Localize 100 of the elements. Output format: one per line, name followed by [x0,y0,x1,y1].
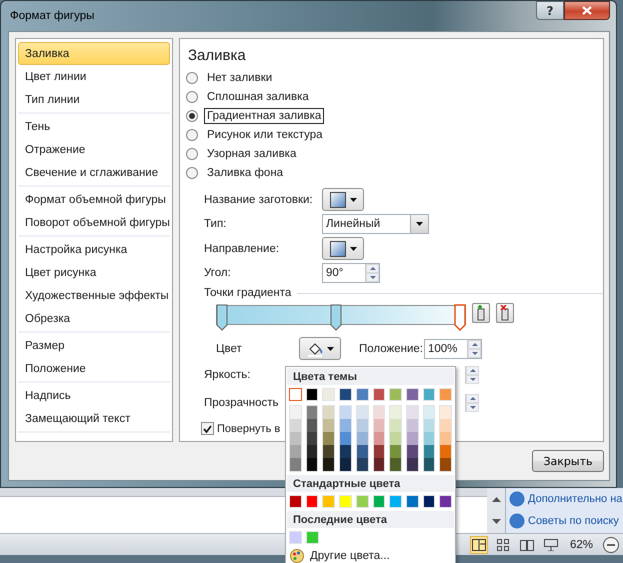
color-swatch[interactable] [406,445,418,458]
help-button[interactable]: ? [536,1,564,20]
color-swatch[interactable] [323,419,334,432]
color-swatch[interactable] [290,419,301,432]
category-item[interactable]: Тип линии [18,88,170,111]
category-item[interactable]: Цвет рисунка [18,261,170,284]
color-picker-button[interactable] [299,337,341,360]
category-item[interactable]: Обрезка [18,307,170,330]
spin-buttons[interactable] [365,264,379,282]
category-item[interactable]: Настройка рисунка [18,238,170,261]
color-swatch[interactable] [290,445,301,458]
color-swatch[interactable] [390,432,401,445]
color-swatch[interactable] [374,419,384,432]
color-swatch[interactable] [374,445,384,458]
add-stop-button[interactable] [472,303,490,323]
color-swatch[interactable] [440,419,452,432]
gradient-stop-handle[interactable] [216,304,228,331]
color-swatch[interactable] [340,445,351,458]
gradient-stop-handle[interactable] [454,304,466,331]
category-item[interactable]: Замещающий текст [18,407,170,430]
category-item[interactable]: Отражение [18,138,170,161]
color-swatch[interactable] [290,458,301,471]
close-dialog-button[interactable]: Закрыть [532,450,604,472]
color-swatch[interactable] [323,406,334,419]
radio-button[interactable] [186,148,198,160]
direction-dropdown[interactable] [322,237,364,260]
category-item[interactable]: Свечение и сглаживание [18,161,170,184]
radio-button[interactable] [186,90,198,102]
color-swatch[interactable] [440,458,452,471]
color-swatch[interactable] [356,432,368,445]
color-swatch[interactable] [356,419,368,432]
category-item[interactable]: Поворот объемной фигуры [18,211,170,234]
color-swatch[interactable] [323,445,334,458]
color-swatch[interactable] [424,406,434,419]
color-swatch[interactable] [406,458,418,471]
color-swatch[interactable] [390,458,401,471]
radio-label[interactable]: Рисунок или текстура [204,126,326,142]
category-item[interactable]: Заливка [18,42,170,65]
color-swatch[interactable] [306,419,318,432]
color-swatch[interactable] [440,432,452,445]
color-swatch[interactable] [340,458,351,471]
color-swatch[interactable] [340,432,351,445]
radio-button[interactable] [186,72,198,84]
category-item[interactable]: Цвет линии [18,65,170,88]
angle-input[interactable]: 90° [326,267,344,279]
color-swatch[interactable] [424,432,434,445]
color-swatch[interactable] [424,458,434,471]
help-link[interactable]: Дополнительно на [509,491,623,507]
radio-label[interactable]: Градиентная заливка [204,108,324,124]
remove-stop-button[interactable] [496,303,514,323]
color-swatch[interactable] [424,419,434,432]
close-button[interactable] [564,1,610,20]
color-swatch[interactable] [289,388,302,401]
zoom-out-icon[interactable] [603,536,619,552]
checkbox[interactable] [201,422,214,435]
color-swatch[interactable] [424,445,434,458]
color-swatch[interactable] [306,432,318,445]
color-swatch[interactable] [356,445,368,458]
preset-dropdown[interactable] [322,188,364,211]
category-item[interactable]: Тень [18,115,170,138]
spin-buttons[interactable] [465,366,479,384]
spin-buttons[interactable] [465,394,479,412]
color-swatch[interactable] [374,432,384,445]
color-swatch[interactable] [406,406,418,419]
scroll-down-icon[interactable] [492,519,500,524]
type-select[interactable]: Линейный [322,214,429,234]
category-item[interactable]: Художественные эффекты [18,284,170,307]
color-swatch[interactable] [290,406,301,419]
color-swatch[interactable] [323,458,334,471]
color-swatch[interactable] [290,432,301,445]
color-swatch[interactable] [406,419,418,432]
color-swatch[interactable] [374,458,384,471]
radio-button[interactable] [186,166,198,178]
category-item[interactable]: Формат объемной фигуры [18,188,170,211]
color-swatch[interactable] [306,458,318,471]
color-swatch[interactable] [406,432,418,445]
color-swatch[interactable] [390,419,401,432]
print-layout-icon[interactable] [470,536,488,554]
color-swatch[interactable] [390,406,401,419]
radio-label[interactable]: Узорная заливка [204,146,300,162]
color-swatch[interactable] [440,406,452,419]
color-swatch[interactable] [440,445,452,458]
color-swatch[interactable] [306,406,318,419]
color-swatch[interactable] [390,445,401,458]
color-swatch[interactable] [356,458,368,471]
radio-label[interactable]: Заливка фона [204,164,286,180]
category-item[interactable]: Положение [18,357,170,380]
color-swatch[interactable] [306,445,318,458]
radio-button[interactable] [186,110,198,122]
more-colors-item[interactable]: Другие цвета... [287,547,454,563]
help-link[interactable]: Советы по поиску [509,513,623,529]
radio-button[interactable] [186,128,198,140]
vertical-scrollbar[interactable] [487,488,505,533]
color-swatch[interactable] [356,406,368,419]
color-swatch[interactable] [323,432,334,445]
spin-buttons[interactable] [467,340,481,358]
color-swatch[interactable] [340,419,351,432]
color-swatch[interactable] [374,406,384,419]
scroll-up-icon[interactable] [492,496,500,502]
radio-label[interactable]: Сплошная заливка [204,88,312,104]
